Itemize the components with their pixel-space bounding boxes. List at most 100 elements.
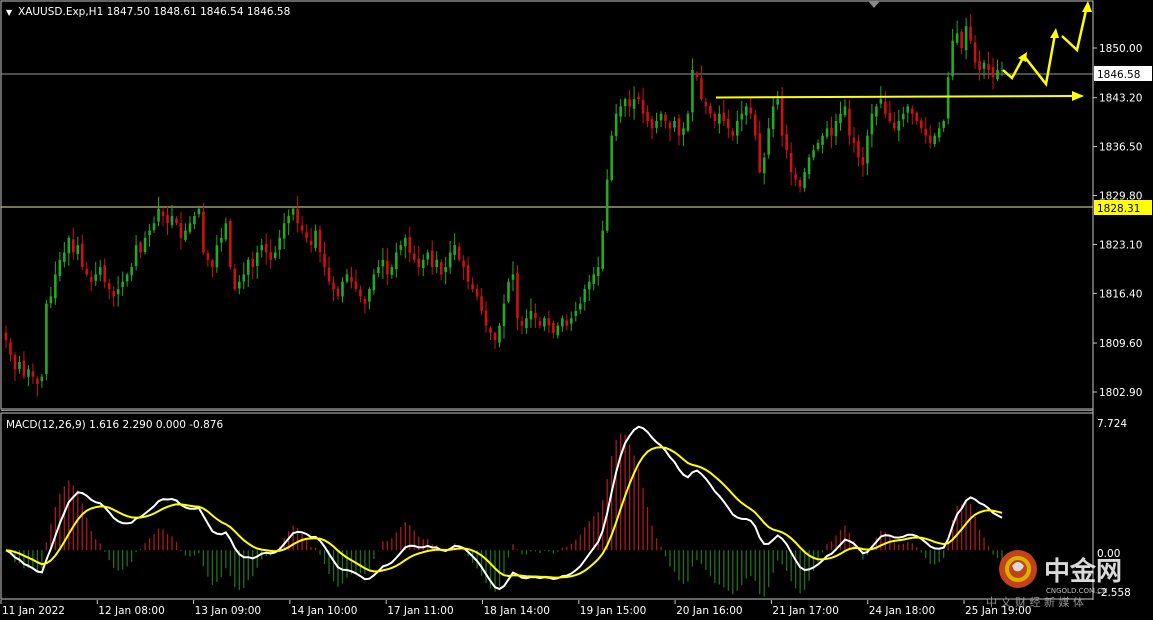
candle-body	[605, 179, 609, 231]
candle-body	[897, 121, 901, 131]
candle-body	[619, 106, 622, 117]
candle-body	[982, 62, 986, 69]
candle-body	[556, 325, 560, 336]
candle-body	[758, 133, 762, 173]
candle-body	[242, 274, 246, 282]
candle-body	[309, 240, 313, 246]
candle-body	[462, 260, 465, 268]
candle-body	[834, 121, 838, 137]
candle-body	[767, 128, 771, 155]
candle-body	[740, 113, 744, 120]
candle-body	[677, 118, 681, 136]
candle-body	[112, 291, 115, 297]
candle-body	[915, 112, 919, 122]
candle-body	[861, 157, 865, 165]
candle-body	[412, 253, 416, 260]
candle-body	[780, 97, 784, 136]
candle-body	[807, 157, 811, 175]
candle-body	[538, 321, 542, 326]
candle-body	[592, 274, 596, 285]
candle-body	[601, 230, 605, 269]
time-tick-label: 11 Jan 2022	[2, 605, 65, 617]
candle-body	[610, 135, 613, 181]
candle-body	[924, 128, 928, 136]
candle-body	[36, 378, 39, 384]
candle-body	[996, 69, 999, 80]
candle-body	[776, 99, 779, 105]
candle-body	[516, 272, 519, 319]
candle-body	[49, 296, 53, 304]
candle-body	[525, 318, 528, 329]
candle-body	[978, 60, 981, 70]
main-chart-frame	[0, 0, 1094, 410]
resistance-arrow[interactable]	[715, 91, 1084, 101]
candle-body	[682, 128, 685, 135]
candle-body	[408, 237, 412, 253]
candle-body	[803, 172, 806, 189]
time-axis[interactable]: 11 Jan 2022 12 Jan 08:00 13 Jan 09:00 14 Ja…	[0, 600, 1031, 617]
candle-body	[188, 223, 192, 232]
price-tick-label: 1809.60	[1099, 338, 1142, 350]
candle-body	[76, 245, 80, 255]
candle-body	[148, 230, 151, 236]
candle-body	[673, 121, 676, 128]
candle-body	[937, 128, 941, 138]
candle-body	[632, 99, 636, 109]
candle-body	[426, 252, 430, 260]
candle-body	[390, 267, 394, 275]
watermark-brand: 中金网	[1044, 556, 1122, 587]
candle-body	[704, 101, 708, 107]
projection-zigzag-arrow[interactable]	[1002, 1, 1092, 87]
candle-body	[511, 274, 515, 280]
candle-body	[63, 252, 66, 262]
macd-title: MACD(12,26,9) 1.616 2.290 0.000 -0.876	[6, 419, 223, 431]
candle-body	[18, 362, 21, 369]
candle-body	[668, 122, 672, 129]
candle-body	[933, 135, 937, 145]
candle-body	[928, 135, 932, 143]
candle-body	[520, 321, 524, 326]
candle-body	[318, 229, 322, 253]
candle-body	[480, 296, 483, 311]
candle-body	[946, 77, 950, 119]
current-price-label: 1846.58	[1097, 69, 1140, 81]
candle-body	[587, 281, 591, 290]
candle-body	[430, 250, 434, 268]
dropdown-icon[interactable]: ▼	[6, 8, 13, 17]
candle-body	[368, 289, 371, 302]
candle-body	[372, 274, 376, 291]
candle-body	[403, 237, 407, 247]
candle-body	[220, 237, 223, 243]
candle-body	[839, 113, 842, 124]
candle-body	[98, 267, 102, 275]
candle-body	[749, 107, 753, 114]
candle-body	[722, 112, 726, 122]
candle-body	[224, 223, 228, 240]
trading-chart[interactable]: ▼ XAUUSD.Exp,H1 1847.50 1848.61 1846.54 …	[0, 0, 1153, 620]
candle-body	[547, 318, 551, 326]
candle-body	[650, 119, 654, 129]
candle-body	[341, 281, 344, 297]
candle-body	[354, 281, 358, 290]
candle-body	[969, 26, 972, 41]
time-tick-label: 12 Jan 08:00	[98, 605, 164, 617]
time-tick-label: 19 Jan 15:00	[580, 605, 646, 617]
price-tick-label: 1802.90	[1099, 387, 1142, 399]
candle-body	[421, 259, 425, 269]
price-axis[interactable]: 1850.001843.201836.501829.801823.101816.…	[1093, 43, 1142, 399]
candle-body	[848, 108, 851, 136]
candle-body	[282, 223, 286, 239]
candle-body	[417, 258, 421, 268]
candle-body	[466, 265, 470, 282]
candle-body	[175, 218, 178, 224]
candle-body	[951, 40, 954, 77]
candle-body	[812, 150, 815, 158]
candle-body	[121, 281, 124, 287]
level-price-box: 1828.31	[1094, 200, 1152, 215]
candle-body	[561, 318, 564, 327]
candle-body	[879, 99, 883, 104]
shift-marker-icon[interactable]	[868, 1, 880, 8]
candle-body	[399, 245, 403, 250]
candle-body	[910, 108, 914, 114]
candle-body	[816, 142, 820, 150]
